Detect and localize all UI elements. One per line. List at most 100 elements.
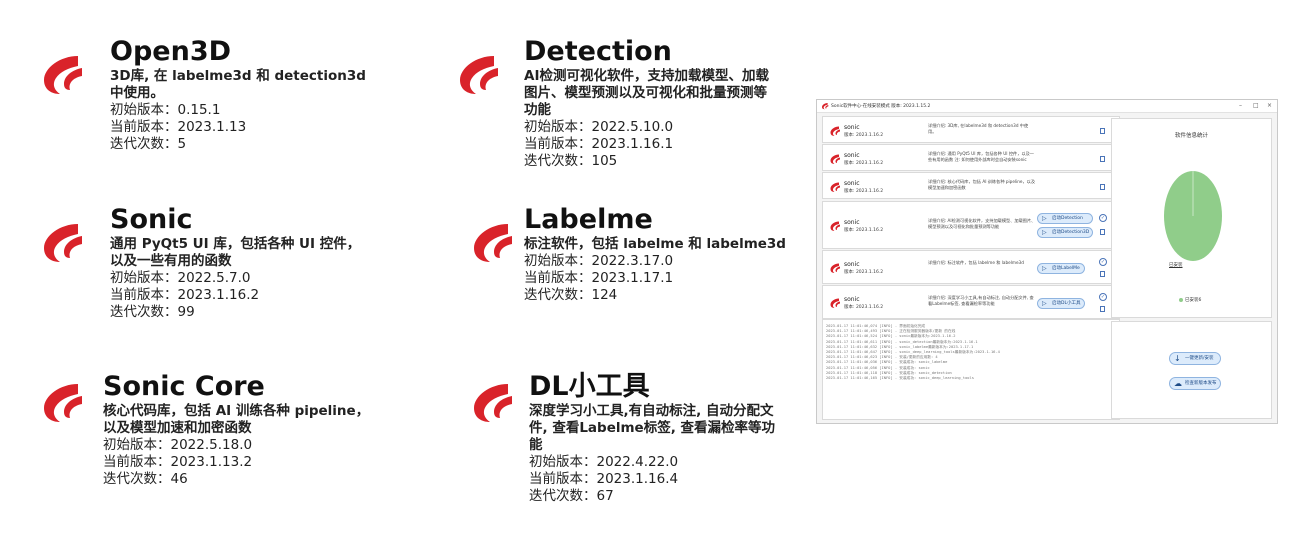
stats-panel: 软件信息统计 已安装 已安装6	[1111, 118, 1272, 318]
initial-version: 初始版本：0.15.1	[110, 102, 221, 118]
app-description: 详细介绍: 3D库, 在labelme3d 和 detection3d 中使用。	[928, 122, 1029, 134]
app-description: 详细介绍: 标注软件，包括 labelme 和 labelme3d	[928, 260, 1024, 265]
app-list-item[interactable]: sonic 版本: 2023.1.16.2 详细介绍: 标注软件，包括 labelm…	[822, 250, 1120, 284]
app-logo-icon	[830, 263, 840, 273]
app-name: sonic	[844, 219, 860, 226]
app-logo-icon	[830, 182, 840, 192]
legend-swatch	[1179, 297, 1183, 302]
app-description: 详细介绍: 深度学习小工具,有自动标注, 自动分配文件, 查看Labelme标签…	[928, 295, 1034, 306]
product-description: AI检测可视化软件，支持加载模型、加载图片、模型预测以及可视化和批量预测等功能	[524, 68, 769, 118]
check-release-label: 检查新版本发布	[1185, 381, 1217, 386]
app-description: 详细介绍: 通用 PyQt5 UI 库，包括各种 UI 控件，以及一些有用的函数…	[928, 150, 1034, 162]
product-card: Open3D 3D库, 在 labelme3d 和 detection3d 中使用…	[38, 37, 370, 170]
check-circle-icon: ✓	[1099, 258, 1107, 266]
app-version: 版本: 2023.1.16.2	[844, 188, 884, 194]
installed-pie-chart	[1164, 171, 1222, 261]
current-version: 当前版本：2023.1.16.2	[110, 287, 260, 303]
brand-logo-icon	[44, 56, 82, 94]
app-logo-icon	[830, 221, 840, 231]
app-description: 详细介绍: AI检测可视化软件，支持加载模型、加载图片、模型预测以及可视化和批量…	[928, 218, 1036, 229]
app-logo-icon	[830, 298, 840, 308]
product-title: Detection	[524, 36, 672, 67]
iteration-count: 迭代次数：124	[524, 287, 618, 303]
product-title: Open3D	[110, 36, 232, 67]
play-icon: ▷	[1042, 300, 1047, 307]
product-card: Labelme 标注软件，包括 labelme 和 labelme3d 初始版本：2…	[468, 205, 794, 338]
initial-version: 初始版本：2022.3.17.0	[524, 253, 674, 269]
app-list-item[interactable]: sonic 版本: 2023.1.16.2 详细介绍: 深度学习小工具,有自动标注,…	[822, 285, 1120, 319]
launch-button[interactable]: ▷ 启动LabelMe	[1037, 263, 1085, 274]
trash-icon[interactable]	[1100, 271, 1105, 277]
app-version: 版本: 2023.1.16.2	[844, 305, 884, 310]
app-name: sonic	[844, 151, 860, 159]
brand-logo-icon	[474, 224, 512, 262]
launch-button[interactable]: ▷ 启动Detection3D	[1037, 227, 1093, 238]
play-icon: ▷	[1042, 229, 1047, 236]
close-button[interactable]: ×	[1267, 102, 1272, 109]
maximize-button[interactable]: □	[1253, 102, 1259, 109]
app-list-item[interactable]: sonic 版本: 2023.1.16.2 详细介绍: AI检测可视化软件，支持加载…	[822, 201, 1120, 249]
launch-button[interactable]: ▷ 启动DL小工具	[1037, 298, 1085, 309]
play-icon: ▷	[1042, 215, 1047, 222]
app-list-item[interactable]: sonic 版本: 2023.1.16.2 详细介绍: 核心代码库，包括 AI 训练…	[822, 172, 1120, 199]
product-title: Labelme	[524, 204, 653, 235]
product-title: Sonic Core	[103, 371, 265, 402]
app-name: sonic	[844, 179, 860, 187]
app-name: sonic	[844, 261, 860, 268]
product-title: DL小工具	[529, 371, 650, 402]
log-line: 2023-01-17 11:01:46,165 [INFO] - 安装成功: s…	[826, 376, 974, 380]
launch-button[interactable]: ▷ 启动Detection	[1037, 213, 1093, 224]
current-version: 当前版本：2023.1.16.4	[529, 471, 679, 487]
app-logo-icon	[822, 103, 829, 110]
trash-icon[interactable]	[1100, 306, 1105, 312]
initial-version: 初始版本：2022.5.7.0	[110, 270, 251, 286]
pie-legend: 已安装6	[1179, 297, 1201, 303]
trash-icon[interactable]	[1100, 127, 1105, 134]
iteration-count: 迭代次数：99	[110, 304, 195, 320]
iteration-count: 迭代次数：46	[103, 471, 188, 487]
cloud-icon: ☁	[1174, 379, 1182, 388]
legend-label: 已安装6	[1185, 298, 1202, 303]
product-description: 标注软件，包括 labelme 和 labelme3d	[524, 236, 786, 252]
app-logo-icon	[830, 154, 840, 164]
iteration-count: 迭代次数：5	[110, 136, 187, 152]
log-panel[interactable]: 2023-01-17 11:01:46,074 [INFO] - 界面初始化完成…	[822, 319, 1120, 420]
window-title: Sonic软件中心-在线安装模式 版本: 2023.1.15.2	[831, 104, 931, 109]
launch-button-label: 启动DL小工具	[1052, 301, 1081, 306]
product-card: DL小工具 深度学习小工具,有自动标注, 自动分配文件, 查看Labelme标签,…	[468, 372, 779, 504]
current-version: 当前版本：2023.1.13.2	[103, 454, 253, 470]
app-name: sonic	[844, 123, 860, 131]
app-list-item[interactable]: sonic 版本: 2023.1.16.2 详细介绍: 3D库, 在labelme3…	[822, 116, 1120, 143]
initial-version: 初始版本：2022.4.22.0	[529, 454, 679, 470]
product-description: 3D库, 在 labelme3d 和 detection3d 中使用。	[110, 68, 366, 101]
product-description: 通用 PyQt5 UI 库，包括各种 UI 控件，以及一些有用的函数	[110, 236, 361, 269]
minimize-button[interactable]: –	[1239, 102, 1242, 109]
trash-icon[interactable]	[1100, 183, 1105, 190]
check-circle-icon: ✓	[1099, 293, 1107, 301]
update-all-button[interactable]: ↓ 一键更新/安装	[1169, 352, 1221, 365]
play-icon: ▷	[1042, 265, 1047, 272]
initial-version: 初始版本：2022.5.18.0	[103, 437, 253, 453]
product-title: Sonic	[110, 204, 193, 235]
brand-logo-icon	[474, 384, 512, 422]
initial-version: 初始版本：2022.5.10.0	[524, 119, 674, 135]
app-logo-icon	[830, 126, 840, 136]
arrow-down-icon: ↓	[1174, 354, 1181, 363]
brand-logo-icon	[44, 384, 82, 422]
product-description: 核心代码库，包括 AI 训练各种 pipeline，以及模型加速和加密函数	[103, 403, 370, 436]
trash-icon[interactable]	[1100, 229, 1105, 235]
app-version: 版本: 2023.1.16.2	[844, 160, 884, 166]
trash-icon[interactable]	[1100, 155, 1105, 162]
check-release-button[interactable]: ☁ 检查新版本发布	[1169, 377, 1221, 390]
app-name: sonic	[844, 296, 860, 303]
app-description: 详细介绍: 核心代码库，包括 AI 训练各种 pipeline，以及模型加速和加…	[928, 178, 1036, 190]
update-all-label: 一键更新/安装	[1185, 356, 1214, 361]
app-version: 版本: 2023.1.16.2	[844, 270, 884, 275]
actions-panel: ↓ 一键更新/安装 ☁ 检查新版本发布	[1111, 321, 1272, 419]
launch-button-label: 启动Detection	[1052, 216, 1083, 221]
app-list-item[interactable]: sonic 版本: 2023.1.16.2 详细介绍: 通用 PyQt5 UI 库，…	[822, 144, 1120, 171]
iteration-count: 迭代次数：105	[524, 153, 618, 169]
current-version: 当前版本：2023.1.13	[110, 119, 247, 135]
pie-label-installed: 已安装	[1169, 263, 1183, 268]
product-card: Sonic Core 核心代码库，包括 AI 训练各种 pipeline，以及模型…	[38, 372, 373, 498]
